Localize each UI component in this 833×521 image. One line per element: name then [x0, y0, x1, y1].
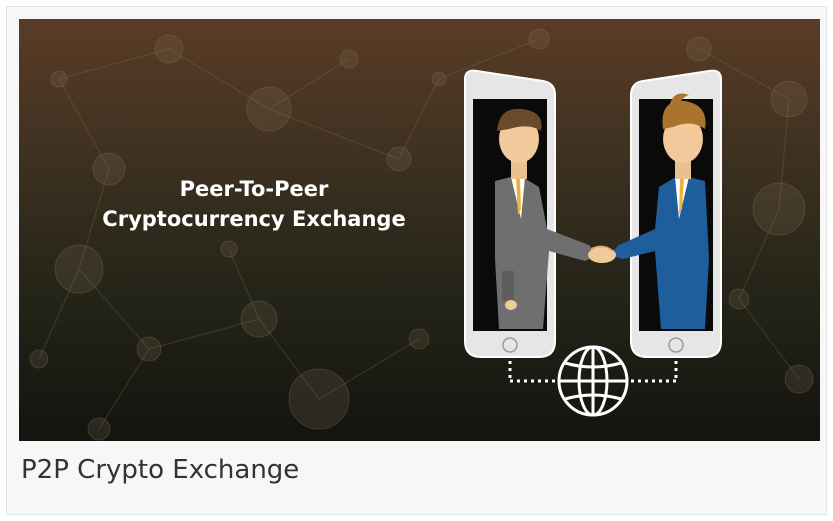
globe-icon [557, 345, 629, 417]
card-caption[interactable]: P2P Crypto Exchange [21, 453, 299, 487]
content-card: Peer-To-Peer Cryptocurrency Exchange P2P… [6, 6, 827, 515]
headline-line-2: Cryptocurrency Exchange [102, 207, 406, 231]
banner-headline: Peer-To-Peer Cryptocurrency Exchange [89, 174, 419, 234]
headline-line-1: Peer-To-Peer [179, 177, 329, 201]
handshake-icon [588, 245, 616, 263]
hero-banner-image[interactable]: Peer-To-Peer Cryptocurrency Exchange [19, 19, 820, 441]
